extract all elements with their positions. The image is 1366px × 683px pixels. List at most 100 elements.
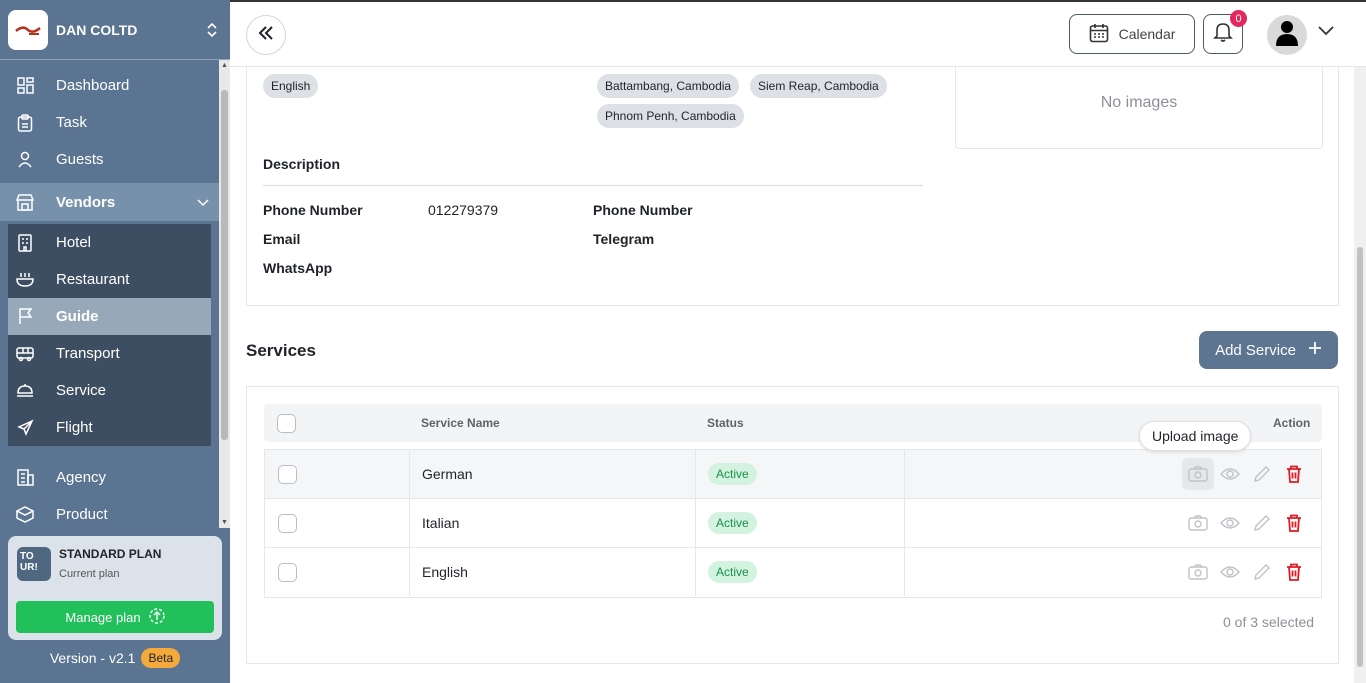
sidebar-item-guide[interactable]: Guide (8, 298, 211, 335)
collapse-sidebar-button[interactable] (246, 15, 286, 55)
sidebar-item-agency[interactable]: Agency (0, 459, 219, 496)
upload-image-button[interactable] (1186, 560, 1210, 584)
table-row: Italian Active (265, 499, 1321, 548)
sidebar-item-transport[interactable]: Transport (8, 335, 211, 372)
view-button[interactable] (1218, 462, 1242, 486)
agency-building-icon (16, 469, 34, 487)
sidebar-item-label: Product (56, 506, 108, 523)
scrollbar-thumb[interactable] (221, 90, 228, 440)
cell-divider (409, 499, 410, 547)
sidebar-item-vendors[interactable]: Vendors (0, 183, 219, 221)
sidebar-item-product[interactable]: Product (0, 496, 219, 533)
sidebar-item-label: Restaurant (56, 271, 130, 288)
sidebar-item-restaurant[interactable]: Restaurant (8, 261, 211, 298)
location-chip: Phnom Penh, Cambodia (597, 104, 744, 128)
row-checkbox[interactable] (278, 514, 297, 533)
top-header: Calendar 0 (230, 0, 1366, 67)
flag-icon (16, 308, 34, 326)
delete-button[interactable] (1282, 560, 1306, 584)
scroll-down-arrow-icon[interactable]: ▼ (221, 519, 228, 526)
plan-subtitle: Current plan (59, 568, 120, 580)
sidebar-item-label: Flight (56, 419, 93, 436)
upload-image-button[interactable] (1186, 511, 1210, 535)
double-chevron-left-icon (258, 25, 274, 45)
calendar-icon (1089, 23, 1109, 46)
no-images-placeholder: No images (955, 67, 1323, 149)
user-icon (16, 151, 34, 169)
avatar[interactable] (1267, 15, 1307, 55)
chevron-down-icon (197, 194, 209, 211)
plan-card: TO UR! STANDARD PLAN Current plan Manage… (8, 536, 222, 640)
plus-icon (1308, 341, 1322, 359)
page-scrollbar[interactable] (1354, 67, 1366, 683)
sidebar-item-task[interactable]: Task (0, 104, 219, 141)
view-button[interactable] (1218, 560, 1242, 584)
sidebar: DAN COLTD Dashboard Task Guests Vendors … (0, 0, 230, 683)
delete-button[interactable] (1282, 511, 1306, 535)
table-body: German Active Italian Active English Act… (264, 449, 1322, 598)
delete-button[interactable] (1282, 462, 1306, 486)
plan-logo: TO UR! (17, 547, 51, 581)
cell-divider (409, 450, 410, 498)
bus-icon (16, 345, 34, 363)
services-title: Services (246, 341, 316, 360)
building-icon (16, 233, 34, 252)
table-row: English Active (265, 548, 1321, 597)
cell-divider (695, 548, 696, 596)
dashboard-icon (16, 77, 34, 95)
sidebar-scrollbar[interactable]: ▲ ▼ (219, 60, 230, 528)
service-name: German (422, 466, 473, 482)
add-service-button[interactable]: Add Service (1199, 331, 1338, 369)
sidebar-nav: Dashboard Task Guests Vendors Hotel Rest… (0, 67, 219, 533)
edit-button[interactable] (1250, 462, 1274, 486)
sidebar-item-flight[interactable]: Flight (8, 409, 211, 446)
bowl-icon (16, 271, 34, 289)
edit-button[interactable] (1250, 560, 1274, 584)
beta-badge: Beta (141, 648, 181, 668)
account-menu-chevron-icon[interactable] (1318, 26, 1334, 36)
table-row: German Active (265, 450, 1321, 499)
view-button[interactable] (1218, 511, 1242, 535)
column-header-status: Status (707, 416, 744, 430)
divider (263, 185, 923, 186)
notification-count-badge: 0 (1230, 10, 1247, 27)
sidebar-item-hotel[interactable]: Hotel (8, 224, 211, 261)
phone2-label: Phone Number (593, 202, 693, 218)
main-content: English Battambang, Cambodia Siem Reap, … (230, 67, 1354, 683)
sidebar-item-service[interactable]: Service (8, 372, 211, 409)
cell-divider (409, 548, 410, 596)
sidebar-item-dashboard[interactable]: Dashboard (0, 67, 219, 104)
edit-button[interactable] (1250, 511, 1274, 535)
user-avatar-icon (1275, 20, 1299, 51)
chevron-up-down-icon (206, 22, 218, 38)
sidebar-item-label: Transport (56, 345, 120, 362)
language-chip: English (263, 74, 319, 98)
calendar-button[interactable]: Calendar (1069, 14, 1195, 54)
cell-divider (904, 548, 905, 596)
sidebar-item-label: Agency (56, 469, 107, 486)
status-badge: Active (708, 463, 757, 485)
clipboard-icon (16, 113, 34, 132)
box-icon (16, 506, 34, 524)
sidebar-item-label: Task (56, 114, 87, 131)
plan-title: STANDARD PLAN (59, 547, 162, 561)
select-all-checkbox[interactable] (277, 414, 296, 433)
upload-image-tooltip: Upload image (1139, 421, 1252, 451)
upload-image-button[interactable] (1182, 458, 1214, 490)
cell-divider (904, 499, 905, 547)
org-switcher[interactable]: DAN COLTD (0, 0, 230, 60)
version-label: Version - v2.1 (49, 650, 136, 666)
guide-details-card: English Battambang, Cambodia Siem Reap, … (246, 67, 1339, 306)
sidebar-item-guests[interactable]: Guests (0, 141, 219, 178)
description-label: Description (263, 156, 341, 172)
row-checkbox[interactable] (278, 465, 297, 484)
manage-plan-button[interactable]: Manage plan (16, 601, 214, 633)
manage-plan-label: Manage plan (65, 609, 141, 625)
cell-divider (904, 450, 905, 498)
scrollbar-thumb[interactable] (1357, 247, 1363, 667)
row-checkbox[interactable] (278, 563, 297, 582)
scroll-up-arrow-icon[interactable]: ▲ (221, 62, 228, 69)
bell-icon (1213, 21, 1233, 48)
plane-icon (16, 419, 34, 437)
status-badge: Active (708, 512, 757, 534)
